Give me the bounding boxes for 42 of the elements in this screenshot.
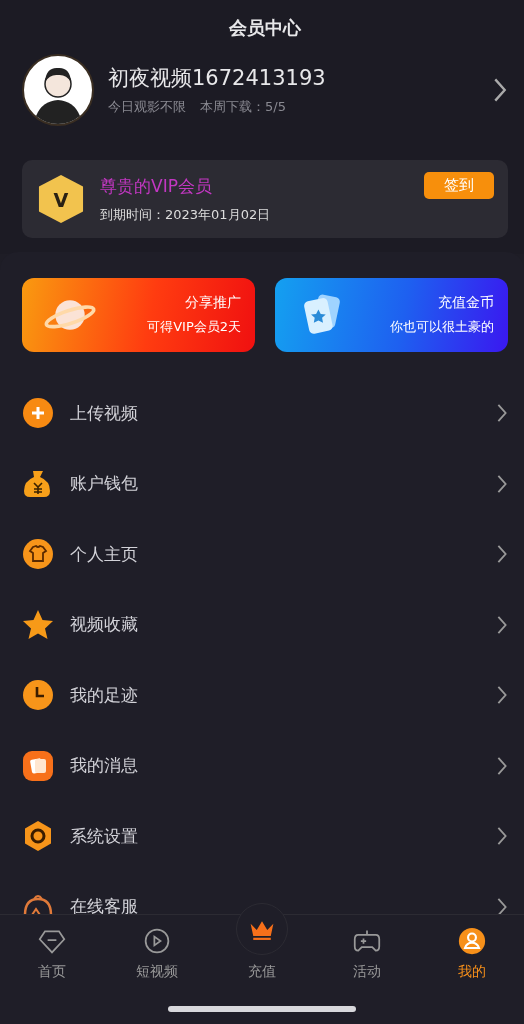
menu-item[interactable]: 视频收藏 (70, 613, 480, 637)
promo-card[interactable]: 充值金币 你也可以很土豪的 (275, 278, 508, 352)
cards-icon (22, 749, 54, 782)
chevron-right-icon[interactable] (496, 685, 508, 706)
clock-icon (22, 679, 54, 712)
shirt-icon (22, 538, 54, 571)
user-name: 初夜视频1672413193 (108, 65, 327, 92)
menu-item[interactable]: 上传视频 (70, 401, 480, 425)
expiry-date: 到期时间：2023年01月02日 (100, 205, 272, 224)
tab-item[interactable]: 活动 (314, 915, 420, 993)
promo-subtitle: 你也可以很土豪的 (390, 318, 494, 336)
play-icon (143, 927, 172, 955)
promo-subtitle: 可得VIP会员2天 (147, 318, 241, 336)
chevron-right-icon[interactable] (496, 403, 508, 424)
tab-item[interactable]: 我的 (419, 915, 524, 993)
chevron-right-icon[interactable] (496, 544, 508, 565)
page-title: 会员中心 (228, 16, 302, 40)
user-icon (457, 927, 486, 955)
chevron-right-icon[interactable] (496, 896, 508, 914)
hexagon-badge-icon: V (38, 174, 84, 224)
menu-item[interactable]: 账户钱包 (70, 472, 480, 496)
download-count: 本周下载：5/5 (200, 98, 286, 116)
hexagon-icon (22, 820, 54, 853)
avatar[interactable] (22, 54, 94, 126)
promo-title: 分享推广 (185, 294, 241, 312)
star-icon (22, 608, 54, 641)
chevron-right-icon[interactable] (496, 826, 508, 847)
watch-limit: 今日观影不限 (108, 98, 186, 116)
promo-card[interactable]: 分享推广 可得VIP会员2天 (22, 278, 255, 352)
tab-item[interactable]: 短视频 (104, 915, 210, 993)
menu-item[interactable]: 个人主页 (70, 542, 480, 566)
chevron-right-icon[interactable] (496, 755, 508, 776)
chevron-right-icon[interactable] (496, 473, 508, 494)
menu-item[interactable]: 系统设置 (70, 824, 480, 848)
tab-item[interactable]: 首页 (0, 915, 105, 993)
chevron-right-icon[interactable] (492, 77, 508, 103)
plus-icon (22, 397, 54, 430)
menu-item[interactable]: 我的足迹 (70, 683, 480, 707)
chevron-right-icon[interactable] (496, 614, 508, 635)
menu-item[interactable]: 我的消息 (70, 754, 480, 778)
promo-title: 充值金币 (438, 294, 494, 312)
vip-title: 尊贵的VIP会员 (100, 174, 213, 198)
